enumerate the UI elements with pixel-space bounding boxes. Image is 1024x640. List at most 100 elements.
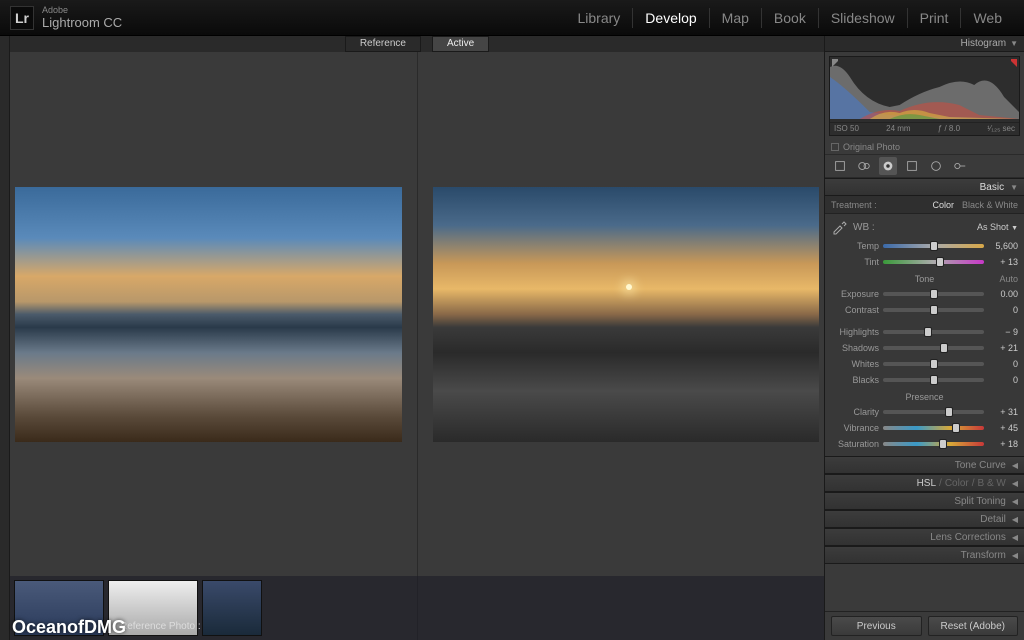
exif-aperture: ƒ / 8.0 [938,124,960,133]
split-toning-header[interactable]: Split Toning◀ [825,492,1024,510]
treatment-label: Treatment : [831,200,877,210]
contrast-value[interactable]: 0 [988,305,1018,315]
transform-header[interactable]: Transform◀ [825,546,1024,564]
histogram-display[interactable]: ISO 50 24 mm ƒ / 8.0 ¹⁄₁₂₅ sec [829,56,1020,136]
tool-strip [825,154,1024,178]
treatment-bw[interactable]: Black & White [962,200,1018,210]
filmstrip-thumb[interactable] [202,580,262,636]
treatment-row: Treatment : Color Black & White [825,196,1024,214]
vibrance-label: Vibrance [831,423,879,433]
lens-corrections-header[interactable]: Lens Corrections◀ [825,528,1024,546]
basic-title: Basic [980,182,1004,193]
detail-header[interactable]: Detail◀ [825,510,1024,528]
tab-active[interactable]: Active [432,36,489,52]
lightroom-logo-icon: Lr [10,6,34,30]
temp-value[interactable]: 5,600 [988,241,1018,251]
shadow-clipping-icon[interactable] [832,59,840,67]
active-photo[interactable] [433,187,820,442]
whites-value[interactable]: 0 [988,359,1018,369]
nav-web[interactable]: Web [961,8,1014,28]
shadows-label: Shadows [831,343,879,353]
chevron-down-icon: ▼ [1010,183,1018,192]
filmstrip: Reference Photo : [10,576,824,640]
shadows-slider[interactable] [883,346,984,350]
temp-label: Temp [831,241,879,251]
histogram-header[interactable]: Histogram▼ [825,36,1024,52]
crop-tool-icon[interactable] [831,157,849,175]
previous-button[interactable]: Previous [831,616,922,636]
chevron-left-icon: ◀ [1012,461,1018,470]
vibrance-value[interactable]: + 45 [988,423,1018,433]
exposure-slider[interactable] [883,292,984,296]
blacks-value[interactable]: 0 [988,375,1018,385]
clarity-slider[interactable] [883,410,984,414]
saturation-label: Saturation [831,439,879,449]
exif-shutter: ¹⁄₁₂₅ sec [987,124,1015,133]
nav-develop[interactable]: Develop [633,8,709,28]
nav-library[interactable]: Library [566,8,634,28]
app-logo: Lr Adobe Lightroom CC [10,5,122,30]
clarity-value[interactable]: + 31 [988,407,1018,417]
contrast-label: Contrast [831,305,879,315]
chevron-left-icon: ◀ [1012,551,1018,560]
blacks-slider[interactable] [883,378,984,382]
tone-subhead: ToneAuto [831,274,1018,284]
exposure-label: Exposure [831,289,879,299]
tab-reference[interactable]: Reference [345,36,421,52]
graduated-filter-icon[interactable] [903,157,921,175]
wb-dropdown[interactable]: As Shot ▼ [881,222,1018,232]
radial-filter-icon[interactable] [927,157,945,175]
original-photo-label: Original Photo [843,142,900,152]
highlights-slider[interactable] [883,330,984,334]
tone-curve-header[interactable]: Tone Curve◀ [825,456,1024,474]
original-photo-toggle[interactable]: Original Photo [825,140,1024,154]
reset-button[interactable]: Reset (Adobe) [928,616,1019,636]
compare-divider[interactable] [417,52,418,640]
highlights-value[interactable]: − 9 [988,327,1018,337]
nav-slideshow[interactable]: Slideshow [819,8,908,28]
vibrance-slider[interactable] [883,426,984,430]
chevron-left-icon: ◀ [1012,497,1018,506]
left-panel-collapsed[interactable] [0,36,10,640]
exif-iso: ISO 50 [834,124,859,133]
product-label: Lightroom CC [42,15,122,30]
redeye-tool-icon[interactable] [879,157,897,175]
wb-label: WB : [853,222,875,233]
nav-map[interactable]: Map [710,8,762,28]
whites-slider[interactable] [883,362,984,366]
saturation-value[interactable]: + 18 [988,439,1018,449]
reference-pane [10,52,407,640]
chevron-left-icon: ◀ [1012,479,1018,488]
image-viewer: Reference Active Reference Photo : Ocean… [10,36,824,640]
histogram-title: Histogram [961,38,1007,49]
nav-print[interactable]: Print [908,8,962,28]
tint-value[interactable]: + 13 [988,257,1018,267]
exif-row: ISO 50 24 mm ƒ / 8.0 ¹⁄₁₂₅ sec [830,122,1019,134]
chevron-left-icon: ◀ [1012,533,1018,542]
temp-slider[interactable] [883,244,984,248]
develop-panel: Histogram▼ ISO 50 24 mm ƒ / 8.0 ¹⁄₁₂₅ se… [824,36,1024,640]
eyedropper-icon[interactable] [831,219,847,235]
adjustment-brush-icon[interactable] [951,157,969,175]
presence-subhead: Presence [831,392,1018,402]
treatment-color[interactable]: Color [932,200,954,210]
highlight-clipping-icon[interactable] [1009,59,1017,67]
basic-section-header[interactable]: Basic ▼ [825,178,1024,196]
saturation-slider[interactable] [883,442,984,446]
exif-focal: 24 mm [886,124,910,133]
contrast-slider[interactable] [883,308,984,312]
clarity-label: Clarity [831,407,879,417]
nav-book[interactable]: Book [762,8,819,28]
reference-photo[interactable] [15,187,402,442]
tint-slider[interactable] [883,260,984,264]
shadows-value[interactable]: + 21 [988,343,1018,353]
panel-footer: Previous Reset (Adobe) [825,611,1024,640]
basic-section-body: Treatment : Color Black & White WB : As … [825,196,1024,456]
active-pane [428,52,825,640]
exposure-value[interactable]: 0.00 [988,289,1018,299]
chevron-left-icon: ◀ [1012,515,1018,524]
hsl-header[interactable]: HSL/Color/B & W ◀ [825,474,1024,492]
auto-tone-button[interactable]: Auto [999,274,1018,284]
app-header: Lr Adobe Lightroom CC Library Develop Ma… [0,0,1024,36]
spot-removal-icon[interactable] [855,157,873,175]
